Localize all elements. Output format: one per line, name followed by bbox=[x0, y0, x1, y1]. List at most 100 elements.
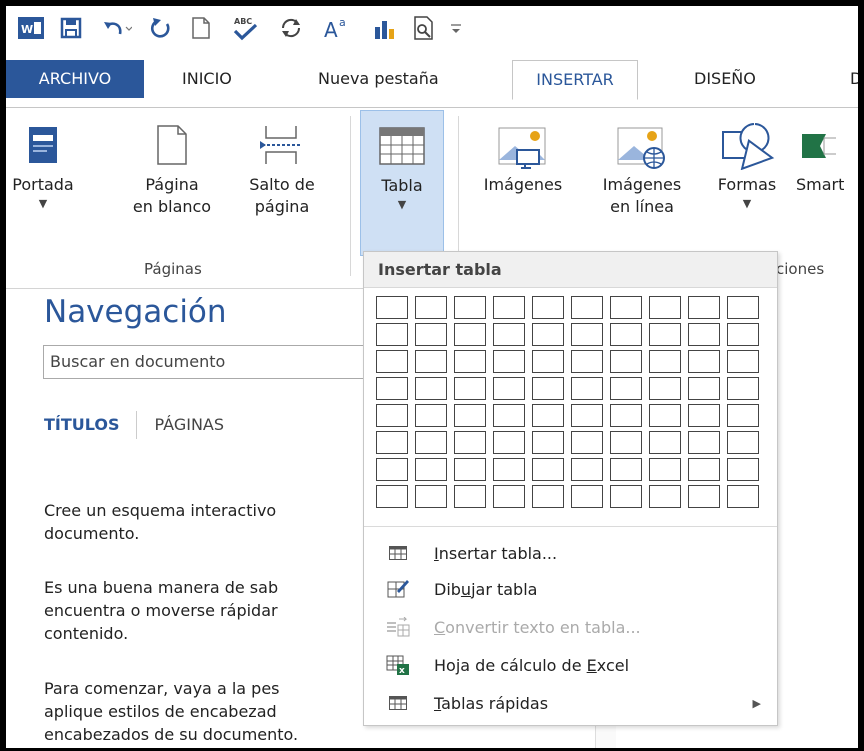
chart-icon[interactable] bbox=[370, 12, 400, 44]
table-grid-cell[interactable] bbox=[376, 323, 408, 346]
table-grid-cell[interactable] bbox=[649, 404, 681, 427]
table-grid-cell[interactable] bbox=[649, 323, 681, 346]
table-grid-cell[interactable] bbox=[649, 296, 681, 319]
table-button[interactable]: Tabla ▼ bbox=[360, 110, 444, 256]
table-grid-cell[interactable] bbox=[688, 377, 720, 400]
table-grid-cell[interactable] bbox=[727, 296, 759, 319]
table-grid-cell[interactable] bbox=[727, 377, 759, 400]
table-grid-cell[interactable] bbox=[415, 431, 447, 454]
table-grid-cell[interactable] bbox=[415, 458, 447, 481]
table-grid-cell[interactable] bbox=[376, 404, 408, 427]
table-grid-cell[interactable] bbox=[571, 431, 603, 454]
table-grid-cell[interactable] bbox=[688, 296, 720, 319]
redo-icon[interactable] bbox=[146, 12, 176, 44]
table-grid-cell[interactable] bbox=[493, 377, 525, 400]
insert-table-menu-item[interactable]: Insertar tabla... bbox=[364, 534, 777, 572]
blank-page-button[interactable]: Página en blanco bbox=[122, 116, 222, 218]
table-grid-cell[interactable] bbox=[415, 377, 447, 400]
table-grid-cell[interactable] bbox=[727, 350, 759, 373]
table-grid-cell[interactable] bbox=[688, 323, 720, 346]
table-grid-cell[interactable] bbox=[376, 458, 408, 481]
excel-spreadsheet-menu-item[interactable]: x Hoja de cálculo de Excel bbox=[364, 646, 777, 684]
table-grid-cell[interactable] bbox=[610, 377, 642, 400]
new-document-icon[interactable] bbox=[186, 12, 216, 44]
table-grid-cell[interactable] bbox=[532, 485, 564, 508]
table-grid-cell[interactable] bbox=[688, 485, 720, 508]
table-grid-cell[interactable] bbox=[610, 458, 642, 481]
table-grid-cell[interactable] bbox=[376, 485, 408, 508]
page-break-button[interactable]: Salto de página bbox=[242, 116, 322, 218]
table-grid-cell[interactable] bbox=[571, 350, 603, 373]
table-grid-cell[interactable] bbox=[454, 296, 486, 319]
quick-tables-menu-item[interactable]: Tablas rápidas ▶ bbox=[364, 684, 777, 722]
table-grid-cell[interactable] bbox=[571, 323, 603, 346]
tab-pages[interactable]: PÁGINAS bbox=[155, 415, 240, 434]
table-grid-cell[interactable] bbox=[454, 350, 486, 373]
table-grid-cell[interactable] bbox=[532, 431, 564, 454]
tab-insert[interactable]: INSERTAR bbox=[512, 60, 638, 100]
table-grid-cell[interactable] bbox=[376, 431, 408, 454]
table-grid-cell[interactable] bbox=[376, 350, 408, 373]
table-grid-cell[interactable] bbox=[454, 377, 486, 400]
table-grid-cell[interactable] bbox=[493, 431, 525, 454]
tab-headings[interactable]: TÍTULOS bbox=[44, 415, 136, 434]
table-grid-cell[interactable] bbox=[376, 296, 408, 319]
tab-home[interactable]: INICIO bbox=[172, 60, 242, 98]
table-grid-cell[interactable] bbox=[532, 323, 564, 346]
font-size-icon[interactable]: Aa bbox=[320, 12, 354, 44]
table-grid-cell[interactable] bbox=[454, 431, 486, 454]
shapes-button[interactable]: Formas ▼ bbox=[706, 116, 788, 212]
table-grid-cell[interactable] bbox=[376, 377, 408, 400]
draw-table-menu-item[interactable]: Dibujar tabla bbox=[364, 570, 777, 608]
table-grid-cell[interactable] bbox=[493, 404, 525, 427]
table-grid-cell[interactable] bbox=[532, 350, 564, 373]
save-icon[interactable] bbox=[56, 12, 86, 44]
table-grid-cell[interactable] bbox=[727, 458, 759, 481]
smartart-button[interactable]: Smart bbox=[796, 116, 858, 196]
convert-text-menu-item[interactable]: Convertir texto en tabla... bbox=[364, 608, 777, 646]
table-grid-cell[interactable] bbox=[454, 404, 486, 427]
table-grid-cell[interactable] bbox=[532, 296, 564, 319]
table-grid-cell[interactable] bbox=[493, 485, 525, 508]
table-grid-cell[interactable] bbox=[415, 296, 447, 319]
tab-next[interactable]: D bbox=[840, 60, 858, 98]
table-grid-cell[interactable] bbox=[571, 485, 603, 508]
table-grid-cell[interactable] bbox=[571, 377, 603, 400]
table-grid-cell[interactable] bbox=[532, 377, 564, 400]
table-grid-cell[interactable] bbox=[610, 431, 642, 454]
tab-file[interactable]: ARCHIVO bbox=[6, 60, 144, 98]
table-grid-cell[interactable] bbox=[688, 431, 720, 454]
customize-toolbar-icon[interactable] bbox=[446, 12, 466, 44]
print-preview-icon[interactable] bbox=[410, 12, 440, 44]
table-grid-cell[interactable] bbox=[610, 404, 642, 427]
table-grid-cell[interactable] bbox=[454, 485, 486, 508]
search-input[interactable]: Buscar en documento bbox=[43, 345, 383, 379]
table-grid-cell[interactable] bbox=[571, 458, 603, 481]
table-grid-cell[interactable] bbox=[454, 458, 486, 481]
table-grid-cell[interactable] bbox=[493, 323, 525, 346]
table-grid-cell[interactable] bbox=[649, 377, 681, 400]
table-grid-cell[interactable] bbox=[649, 458, 681, 481]
table-grid-cell[interactable] bbox=[727, 404, 759, 427]
table-grid-cell[interactable] bbox=[493, 458, 525, 481]
table-grid-cell[interactable] bbox=[493, 296, 525, 319]
table-grid-cell[interactable] bbox=[649, 350, 681, 373]
table-grid-cell[interactable] bbox=[493, 350, 525, 373]
table-grid-cell[interactable] bbox=[571, 404, 603, 427]
table-grid-cell[interactable] bbox=[688, 458, 720, 481]
table-grid-cell[interactable] bbox=[532, 458, 564, 481]
online-pictures-button[interactable]: Imágenes en línea bbox=[586, 116, 698, 218]
tab-design[interactable]: DISEÑO bbox=[684, 60, 766, 98]
table-grid-cell[interactable] bbox=[415, 485, 447, 508]
spelling-check-icon[interactable]: ABC bbox=[228, 12, 262, 44]
table-grid-cell[interactable] bbox=[571, 296, 603, 319]
table-grid-cell[interactable] bbox=[727, 485, 759, 508]
table-grid-cell[interactable] bbox=[688, 404, 720, 427]
table-grid-cell[interactable] bbox=[610, 350, 642, 373]
table-grid-cell[interactable] bbox=[415, 404, 447, 427]
table-grid-cell[interactable] bbox=[649, 431, 681, 454]
table-grid-cell[interactable] bbox=[649, 485, 681, 508]
table-grid-cell[interactable] bbox=[610, 296, 642, 319]
table-grid-cell[interactable] bbox=[688, 350, 720, 373]
table-grid-cell[interactable] bbox=[454, 323, 486, 346]
